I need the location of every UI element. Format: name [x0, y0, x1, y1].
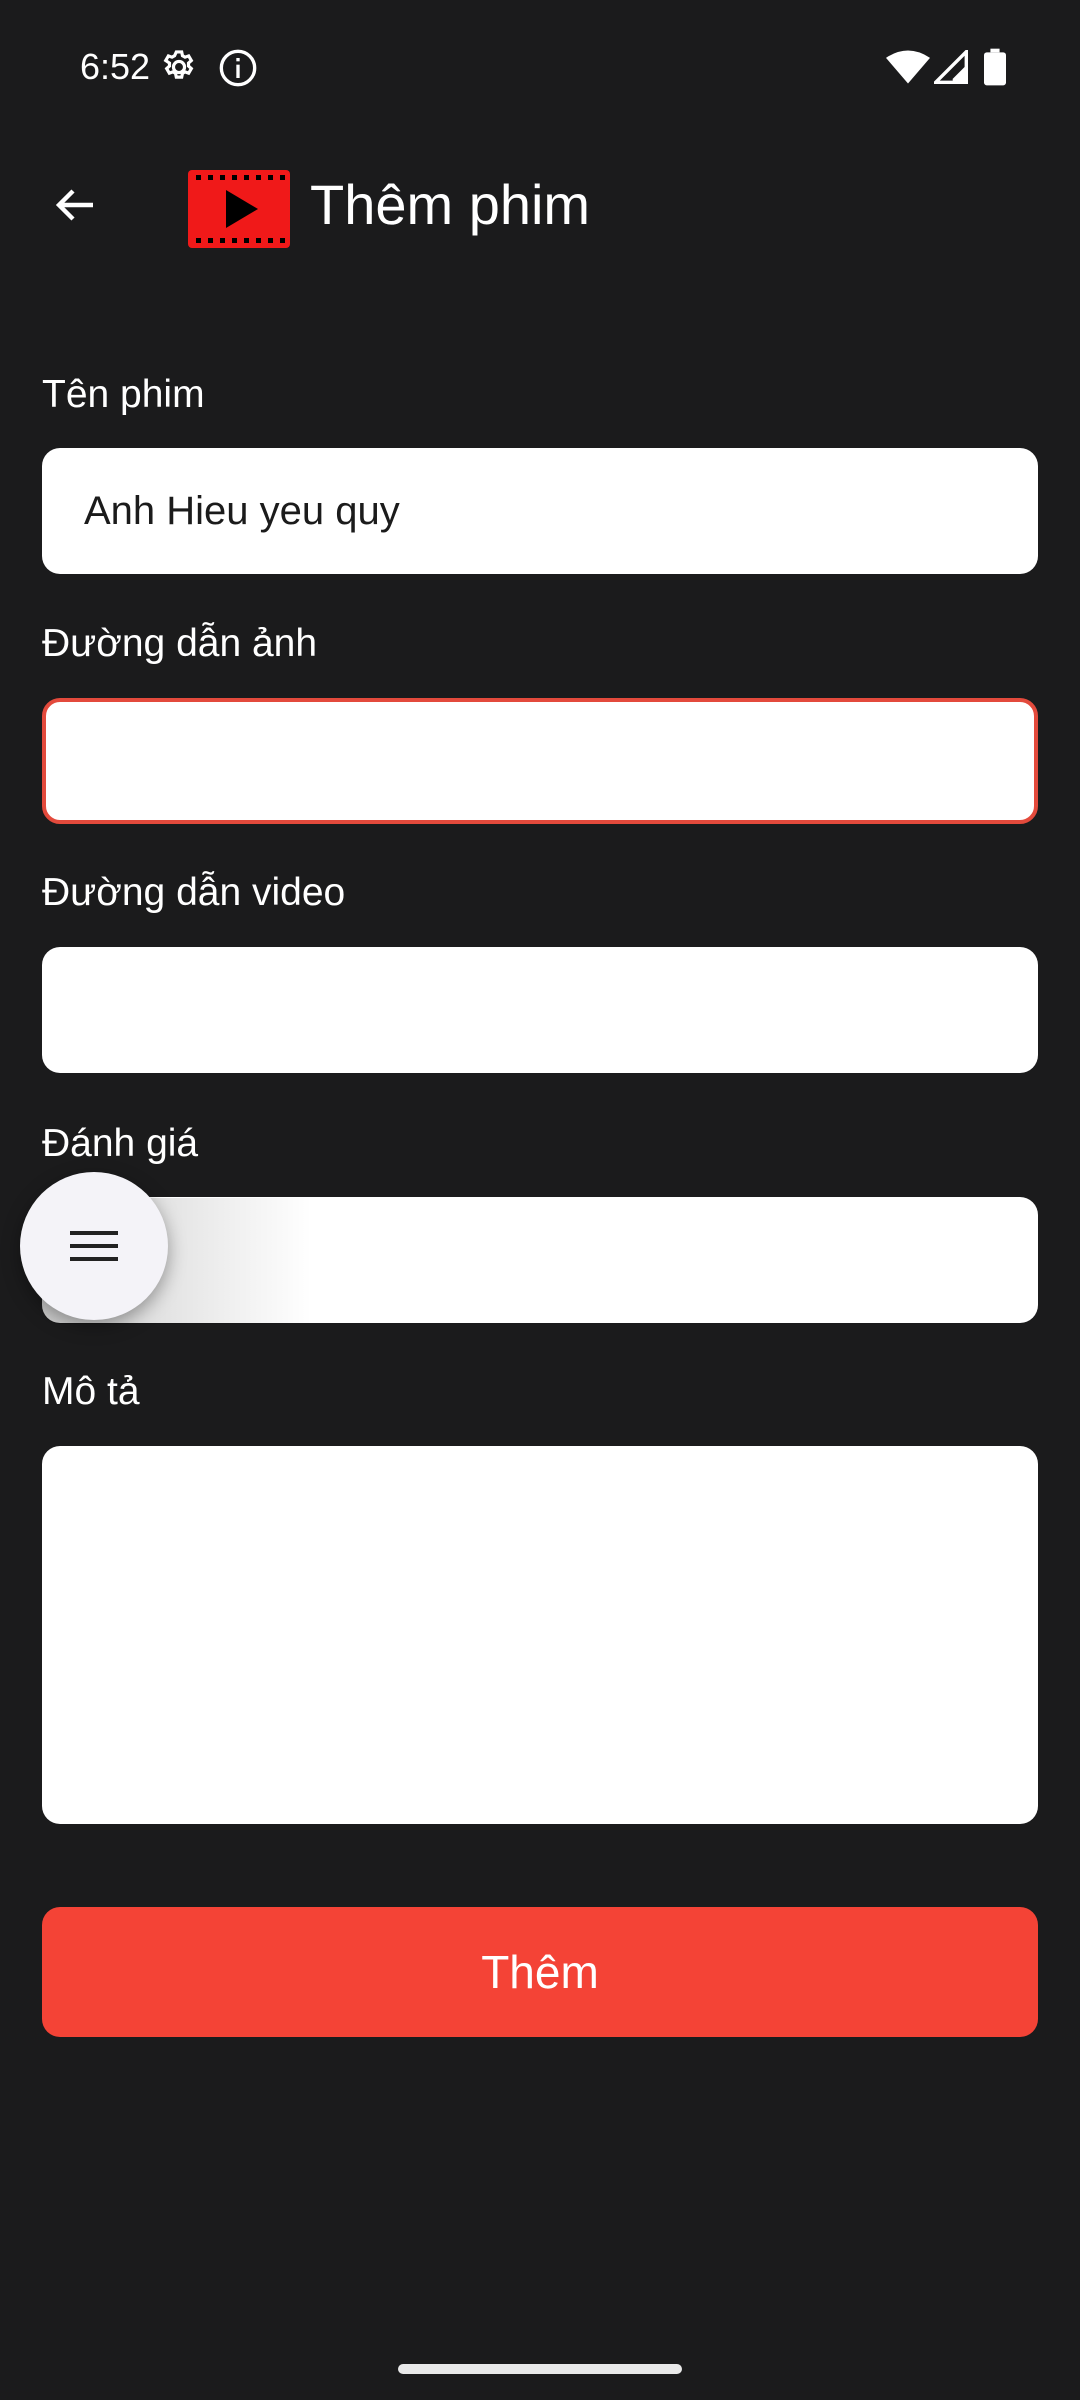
battery-icon [984, 48, 1006, 91]
wifi-icon [886, 50, 930, 89]
movie-name-label: Tên phim [42, 373, 205, 416]
rating-label: Đánh giá [42, 1122, 199, 1165]
arrow-left-icon [55, 189, 93, 221]
screen: 6:52 Thêm phim Tên phim Anh Hieu yeu quy… [0, 0, 1080, 2400]
menu-icon [70, 1231, 118, 1261]
signal-icon [931, 47, 968, 89]
floating-menu-button[interactable] [20, 1172, 168, 1320]
movie-name-input[interactable] [42, 448, 1038, 574]
page-title: Thêm phim [310, 173, 591, 236]
image-url-label: Đường dẫn ảnh [42, 622, 318, 665]
status-time: 6:52 [80, 46, 151, 87]
home-indicator[interactable] [398, 2364, 682, 2374]
back-button[interactable] [40, 170, 110, 240]
description-label: Mô tả [42, 1370, 140, 1413]
video-url-label: Đường dẫn video [42, 871, 346, 914]
status-bar: 6:52 [0, 0, 1080, 140]
image-url-input[interactable] [42, 698, 1038, 824]
info-icon [218, 48, 258, 93]
film-play-icon [188, 170, 290, 248]
description-textarea[interactable] [42, 1446, 1038, 1824]
video-url-input[interactable] [42, 947, 1038, 1073]
gear-icon [160, 48, 198, 91]
add-button[interactable]: Thêm [42, 1907, 1038, 2037]
